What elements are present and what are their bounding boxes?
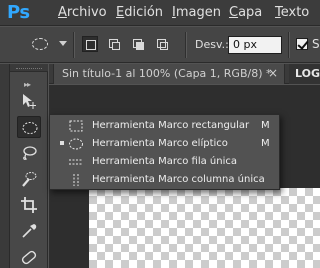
- marquee-tool[interactable]: [17, 116, 41, 138]
- menu-edicion[interactable]: Edición: [116, 4, 163, 21]
- close-icon[interactable]: ×: [268, 66, 278, 80]
- marquee-tools-flyout: Herramienta Marco rectangular M Herramie…: [49, 114, 280, 190]
- new-selection-icon: [86, 40, 96, 50]
- elliptical-marquee-icon: [69, 138, 83, 150]
- quick-selection-tool[interactable]: [17, 168, 41, 190]
- add-selection-button[interactable]: [106, 36, 122, 52]
- tools-panel-header[interactable]: [10, 64, 48, 72]
- divider: [73, 32, 74, 58]
- selected-bullet-icon: [60, 141, 64, 145]
- menu-capa-mnemonic: C: [229, 5, 239, 20]
- menu-archivo[interactable]: Archivo: [58, 4, 107, 21]
- grip-icon: [16, 68, 42, 70]
- menu-archivo-rest: rchivo: [66, 5, 107, 20]
- options-bar: Desv.: 0 px Su: [0, 27, 320, 63]
- menu-capa-rest: apa: [238, 5, 263, 20]
- photoshop-logo: Ps: [7, 2, 30, 23]
- flyout-item-single-row-marquee[interactable]: Herramienta Marco fila única: [50, 153, 279, 171]
- menu-imagen[interactable]: Imagen: [172, 4, 221, 21]
- menu-texto[interactable]: Texto: [275, 4, 309, 21]
- tab-title: Sin título-1 al 100% (Capa 1, RGB/8) *: [62, 67, 272, 80]
- feather-label: Desv.:: [195, 38, 229, 51]
- tool-preset-picker[interactable]: [30, 36, 50, 54]
- single-column-marquee-icon: [73, 174, 79, 186]
- lasso-icon: [23, 146, 37, 160]
- flyout-item-label: Herramienta Marco columna única: [92, 174, 265, 185]
- bandage-icon: [21, 250, 37, 265]
- elliptical-marquee-icon: [22, 122, 38, 134]
- shortcut-label: M: [261, 138, 270, 149]
- move-tool[interactable]: [17, 90, 41, 112]
- flyout-item-elliptical-marquee[interactable]: Herramienta Marco elíptico M: [50, 135, 279, 153]
- transparent-canvas[interactable]: [89, 188, 320, 268]
- crop-tool[interactable]: [17, 194, 41, 216]
- subtract-selection-button[interactable]: [130, 36, 146, 52]
- shortcut-label: M: [261, 120, 270, 131]
- flyout-item-label: Herramienta Marco elíptico: [92, 138, 228, 149]
- panel-collapse-strip: [0, 64, 10, 268]
- tab-title: LOGO: [295, 67, 320, 80]
- expand-panel-icon[interactable]: ▸▸: [24, 80, 31, 89]
- chevron-down-icon[interactable]: [59, 41, 67, 46]
- menu-edicion-rest: dición: [124, 5, 164, 20]
- tools-panel: ▸▸: [10, 64, 48, 268]
- lasso-tool[interactable]: [17, 142, 41, 164]
- healing-brush-tool[interactable]: [17, 246, 41, 268]
- menu-edicion-mnemonic: E: [116, 5, 125, 20]
- rectangular-marquee-icon: [69, 120, 83, 132]
- anti-alias-checkbox[interactable]: [296, 38, 308, 50]
- eyedropper-icon: [22, 224, 37, 238]
- new-selection-button[interactable]: [82, 36, 98, 52]
- divider: [288, 32, 289, 58]
- divider: [185, 32, 186, 58]
- menu-bar: Ps Archivo Edición Imagen Capa Texto: [0, 0, 320, 26]
- menu-archivo-mnemonic: A: [58, 5, 67, 20]
- single-row-marquee-icon: [69, 159, 83, 165]
- feather-input[interactable]: 0 px: [228, 36, 282, 54]
- intersect-selection-button[interactable]: [154, 36, 170, 52]
- flyout-item-label: Herramienta Marco rectangular: [92, 120, 250, 131]
- flyout-item-label: Herramienta Marco fila única: [92, 156, 237, 167]
- move-icon: [23, 94, 36, 109]
- document-tabs: Sin título-1 al 100% (Capa 1, RGB/8) * ×…: [49, 64, 320, 84]
- eyedropper-tool[interactable]: [17, 220, 41, 242]
- menu-texto-rest: exto: [280, 5, 310, 20]
- quick-selection-icon: [22, 172, 37, 187]
- menu-imagen-rest: magen: [175, 5, 221, 20]
- flyout-item-rectangular-marquee[interactable]: Herramienta Marco rectangular M: [50, 117, 279, 135]
- flyout-item-single-column-marquee[interactable]: Herramienta Marco columna única: [50, 171, 279, 189]
- elliptical-marquee-icon: [32, 38, 48, 50]
- anti-alias-label: Su: [312, 37, 320, 51]
- tab-untitled-document[interactable]: Sin título-1 al 100% (Capa 1, RGB/8) * ×: [53, 64, 285, 84]
- menu-capa[interactable]: Capa: [229, 4, 262, 21]
- crop-icon: [21, 197, 37, 213]
- tab-logo[interactable]: LOGO: [289, 64, 320, 84]
